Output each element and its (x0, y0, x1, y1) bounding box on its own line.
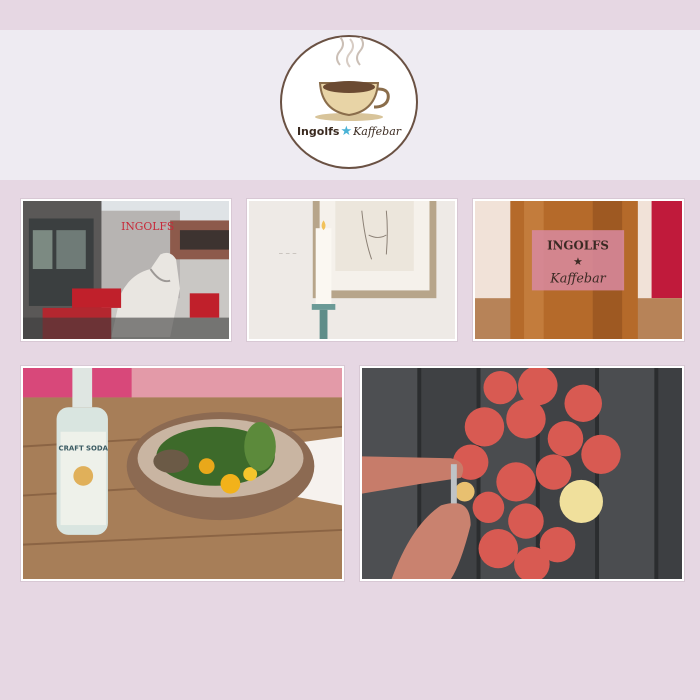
photo-cafe-exterior[interactable]: INGOLFS (21, 199, 231, 341)
label-line-2: Kaffebar (549, 271, 606, 286)
cafe-sign: INGOLFS (121, 220, 174, 233)
cafe-logo[interactable]: Ingolfs★Kaffebar (280, 35, 418, 169)
svg-text:~ ~ ~: ~ ~ ~ (278, 251, 297, 257)
photo-salad-soda[interactable]: CRAFT SODA (21, 366, 344, 581)
coffee-cup-icon (315, 37, 390, 121)
logo-name-bold: Ingolfs (296, 125, 340, 138)
photo-beets[interactable] (360, 366, 684, 581)
logo-wordmark: Ingolfs★Kaffebar (282, 123, 416, 139)
label-line-1: INGOLFS (547, 239, 609, 253)
label-star-icon: ★ (573, 255, 583, 268)
photo-candle-sketch[interactable]: ~ ~ ~ (247, 199, 457, 341)
photo-wood-label[interactable]: INGOLFS ★ Kaffebar (473, 199, 684, 341)
star-icon: ★ (340, 123, 353, 138)
logo-name-script: Kaffebar (353, 125, 402, 138)
bottle-label: CRAFT SODA (59, 444, 109, 452)
